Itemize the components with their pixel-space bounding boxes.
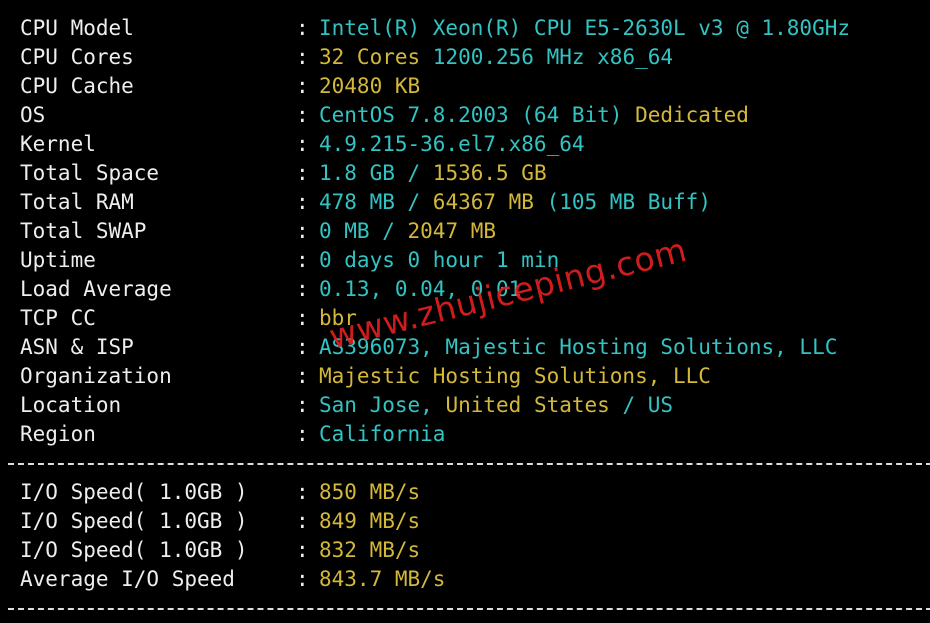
value-segment: California bbox=[319, 422, 446, 446]
value-segment: 1200.256 MHz x86_64 bbox=[420, 45, 674, 69]
value-segment: 32 Cores bbox=[319, 45, 421, 69]
field-separator: : bbox=[296, 364, 309, 388]
field-separator: : bbox=[296, 16, 309, 40]
value-segment: 832 MB/s bbox=[319, 538, 421, 562]
field-value: 478 MB / 64367 MB (105 MB Buff) bbox=[319, 188, 711, 217]
field-label: I/O Speed( 1.0GB ) bbox=[20, 538, 248, 562]
field-label: Uptime bbox=[20, 248, 96, 272]
info-row: Total RAM:478 MB / 64367 MB (105 MB Buff… bbox=[20, 188, 920, 217]
field-separator: : bbox=[296, 567, 309, 591]
value-segment: 1.8 GB / bbox=[319, 161, 433, 185]
field-label: Average I/O Speed bbox=[20, 567, 235, 591]
field-separator: : bbox=[296, 509, 309, 533]
field-separator: : bbox=[296, 45, 309, 69]
info-row: CPU Cache:20480 KB bbox=[20, 72, 920, 101]
field-label: Load Average bbox=[20, 277, 172, 301]
value-segment: San Jose, bbox=[319, 393, 446, 417]
field-value: 850 MB/s bbox=[319, 478, 420, 507]
field-value: 849 MB/s bbox=[319, 507, 420, 536]
field-label: OS bbox=[20, 103, 46, 127]
field-label: Location bbox=[20, 393, 122, 417]
field-separator: : bbox=[296, 480, 309, 504]
field-label: Region bbox=[20, 422, 96, 446]
field-label: I/O Speed( 1.0GB ) bbox=[20, 509, 248, 533]
field-label: TCP CC bbox=[20, 306, 96, 330]
field-label: ASN & ISP bbox=[20, 335, 134, 359]
info-row: Region: California bbox=[20, 420, 920, 449]
field-value: 1.8 GB / 1536.5 GB bbox=[319, 159, 547, 188]
field-value: Intel(R) Xeon(R) CPU E5-2630L v3 @ 1.80G… bbox=[319, 14, 850, 43]
io-speed-block: I/O Speed( 1.0GB ):850 MB/s I/O Speed( 1.… bbox=[20, 478, 920, 594]
value-segment: 849 MB/s bbox=[319, 509, 421, 533]
field-label: Total RAM bbox=[20, 190, 134, 214]
field-label: I/O Speed( 1.0GB ) bbox=[20, 480, 248, 504]
value-segment: Majestic Hosting Solutions, LLC bbox=[319, 364, 711, 388]
system-info-block: CPU Model: Intel(R) Xeon(R) CPU E5-2630L … bbox=[20, 14, 920, 449]
field-value: Majestic Hosting Solutions, LLC bbox=[319, 362, 711, 391]
value-segment: (105 MB Buff) bbox=[533, 190, 711, 214]
value-segment: 0 MB / bbox=[319, 219, 408, 243]
field-separator: : bbox=[296, 422, 309, 446]
info-row: Uptime:0 days 0 hour 1 min bbox=[20, 246, 920, 275]
field-label: CPU Cache bbox=[20, 74, 134, 98]
dashed-separator bbox=[8, 594, 930, 623]
field-label: Total SWAP bbox=[20, 219, 147, 243]
field-separator: : bbox=[296, 103, 309, 127]
info-row: Kernel:4.9.215-36.el7.x86_64 bbox=[20, 130, 920, 159]
dashed-separator bbox=[8, 449, 930, 478]
value-segment: 843.7 MB/s bbox=[319, 567, 446, 591]
field-label: CPU Model bbox=[20, 16, 134, 40]
field-value: California bbox=[319, 420, 445, 449]
value-segment: 64367 MB bbox=[432, 190, 534, 214]
field-separator: : bbox=[296, 393, 309, 417]
field-value: 843.7 MB/s bbox=[319, 565, 445, 594]
value-segment: CentOS 7.8.2003 (64 Bit) bbox=[319, 103, 623, 127]
io-speed-row: I/O Speed( 1.0GB ):849 MB/s bbox=[20, 507, 920, 536]
value-segment: 850 MB/s bbox=[319, 480, 421, 504]
field-separator: : bbox=[296, 132, 309, 156]
field-separator: : bbox=[296, 219, 309, 243]
field-value: 832 MB/s bbox=[319, 536, 420, 565]
value-segment: 4.9.215-36.el7.x86_64 bbox=[319, 132, 585, 156]
field-separator: : bbox=[296, 306, 309, 330]
info-row: Total SWAP:0 MB / 2047 MB bbox=[20, 217, 920, 246]
value-segment: 2047 MB bbox=[407, 219, 497, 243]
info-row: Location: San Jose, United States / US bbox=[20, 391, 920, 420]
field-value: 20480 KB bbox=[319, 72, 420, 101]
value-segment: 1536.5 GB bbox=[432, 161, 547, 185]
info-row: OS: CentOS 7.8.2003 (64 Bit) Dedicated bbox=[20, 101, 920, 130]
value-segment: Dedicated bbox=[622, 103, 749, 127]
io-speed-row: I/O Speed( 1.0GB ):850 MB/s bbox=[20, 478, 920, 507]
field-separator: : bbox=[296, 277, 309, 301]
io-speed-row: I/O Speed( 1.0GB ):832 MB/s bbox=[20, 536, 920, 565]
field-label: CPU Cores bbox=[20, 45, 134, 69]
info-row: CPU Cores:32 Cores 1200.256 MHz x86_64 bbox=[20, 43, 920, 72]
field-value: 32 Cores 1200.256 MHz x86_64 bbox=[319, 43, 673, 72]
value-segment: / US bbox=[609, 393, 674, 417]
info-row: Total Space:1.8 GB / 1536.5 GB bbox=[20, 159, 920, 188]
field-separator: : bbox=[296, 538, 309, 562]
field-value: CentOS 7.8.2003 (64 Bit) Dedicated bbox=[319, 101, 749, 130]
field-label: Organization bbox=[20, 364, 172, 388]
value-segment: United States bbox=[445, 393, 610, 417]
io-speed-row: Average I/O Speed:843.7 MB/s bbox=[20, 565, 920, 594]
field-value: 0 MB / 2047 MB bbox=[319, 217, 496, 246]
field-separator: : bbox=[296, 190, 309, 214]
field-value: San Jose, United States / US bbox=[319, 391, 673, 420]
field-label: Total Space bbox=[20, 161, 160, 185]
field-separator: : bbox=[296, 248, 309, 272]
value-segment: 478 MB / bbox=[319, 190, 433, 214]
value-segment: 20480 KB bbox=[319, 74, 421, 98]
info-row: Organization: Majestic Hosting Solutions,… bbox=[20, 362, 920, 391]
field-label: Kernel bbox=[20, 132, 96, 156]
value-segment: Intel(R) Xeon(R) CPU E5-2630L v3 @ 1.80G… bbox=[319, 16, 851, 40]
field-value: 4.9.215-36.el7.x86_64 bbox=[319, 130, 585, 159]
field-separator: : bbox=[296, 335, 309, 359]
info-row: ASN & ISP: AS396073, Majestic Hosting Sol… bbox=[20, 333, 920, 362]
info-row: CPU Model: Intel(R) Xeon(R) CPU E5-2630L … bbox=[20, 14, 920, 43]
field-separator: : bbox=[296, 74, 309, 98]
field-separator: : bbox=[296, 161, 309, 185]
